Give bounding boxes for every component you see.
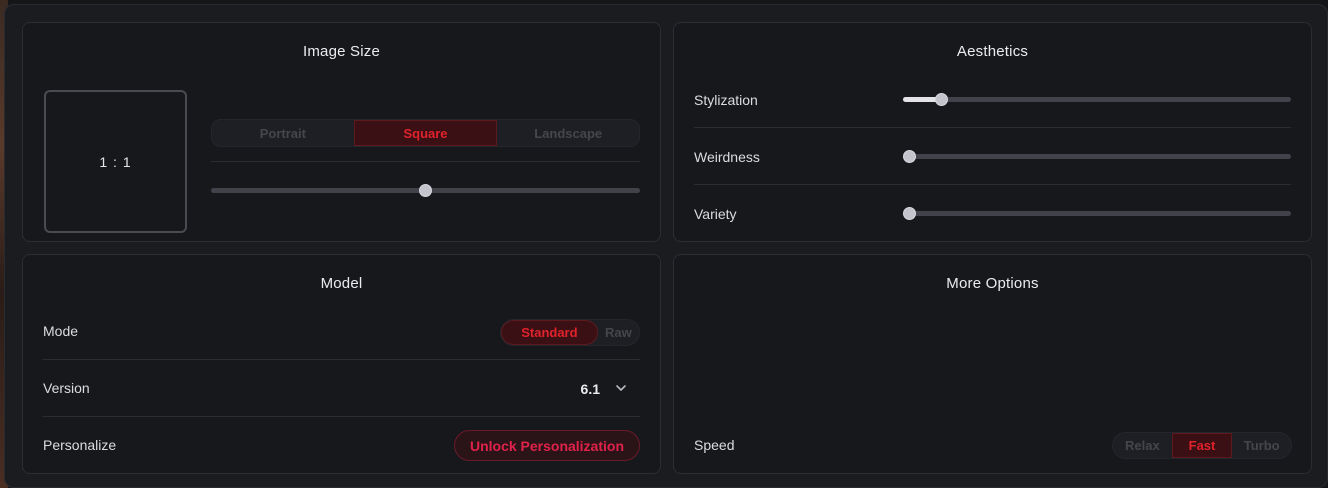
- orientation-portrait-button[interactable]: Portrait: [212, 120, 354, 146]
- variety-slider-thumb[interactable]: [903, 207, 916, 220]
- aspect-ratio-label: 1 : 1: [99, 153, 132, 170]
- unlock-personalization-button[interactable]: Unlock Personalization: [454, 430, 640, 461]
- mode-label: Mode: [43, 323, 79, 339]
- divider: [694, 127, 1291, 128]
- divider: [43, 359, 640, 360]
- personalize-label: Personalize: [43, 437, 117, 453]
- variety-label: Variety: [694, 206, 737, 222]
- orientation-square-button[interactable]: Square: [353, 120, 498, 146]
- orientation-landscape-button[interactable]: Landscape: [497, 120, 639, 146]
- size-slider-thumb[interactable]: [419, 184, 432, 197]
- size-slider[interactable]: [211, 184, 640, 197]
- orientation-toggle: Portrait Square Landscape: [211, 119, 640, 147]
- divider: [694, 184, 1291, 185]
- divider: [211, 161, 640, 162]
- aspect-ratio-preview: 1 : 1: [44, 90, 187, 233]
- mode-toggle: Standard Raw: [500, 319, 640, 346]
- weirdness-slider[interactable]: [903, 150, 1291, 163]
- aesthetics-card: Aesthetics Stylization Weirdness Variety: [673, 22, 1312, 242]
- divider: [43, 416, 640, 417]
- mode-standard-button[interactable]: Standard: [501, 320, 598, 345]
- more-options-title: More Options: [946, 275, 1039, 292]
- version-value[interactable]: 6.1: [581, 381, 600, 397]
- stylization-label: Stylization: [694, 92, 758, 108]
- image-size-card: Image Size 1 : 1 Portrait Square Landsca…: [22, 22, 661, 242]
- weirdness-label: Weirdness: [694, 149, 760, 165]
- version-label: Version: [43, 380, 90, 396]
- weirdness-slider-thumb[interactable]: [903, 150, 916, 163]
- stylization-slider-thumb[interactable]: [935, 93, 949, 106]
- speed-fast-button[interactable]: Fast: [1171, 433, 1233, 458]
- model-title: Model: [320, 275, 363, 292]
- settings-panel: Image Size 1 : 1 Portrait Square Landsca…: [4, 4, 1328, 488]
- stylization-slider[interactable]: [903, 93, 1291, 106]
- more-options-card: More Options Speed Relax Fast Turbo: [673, 254, 1312, 474]
- speed-toggle: Relax Fast Turbo: [1112, 432, 1292, 459]
- mode-raw-button[interactable]: Raw: [598, 320, 639, 345]
- chevron-down-icon[interactable]: [615, 382, 627, 394]
- model-card: Model Mode Standard Raw Version 6.1 Pers…: [22, 254, 661, 474]
- speed-relax-button[interactable]: Relax: [1113, 433, 1172, 458]
- variety-slider[interactable]: [903, 207, 1291, 220]
- image-size-title: Image Size: [302, 43, 381, 60]
- speed-label: Speed: [694, 437, 735, 453]
- speed-turbo-button[interactable]: Turbo: [1232, 433, 1291, 458]
- aesthetics-title: Aesthetics: [956, 43, 1029, 60]
